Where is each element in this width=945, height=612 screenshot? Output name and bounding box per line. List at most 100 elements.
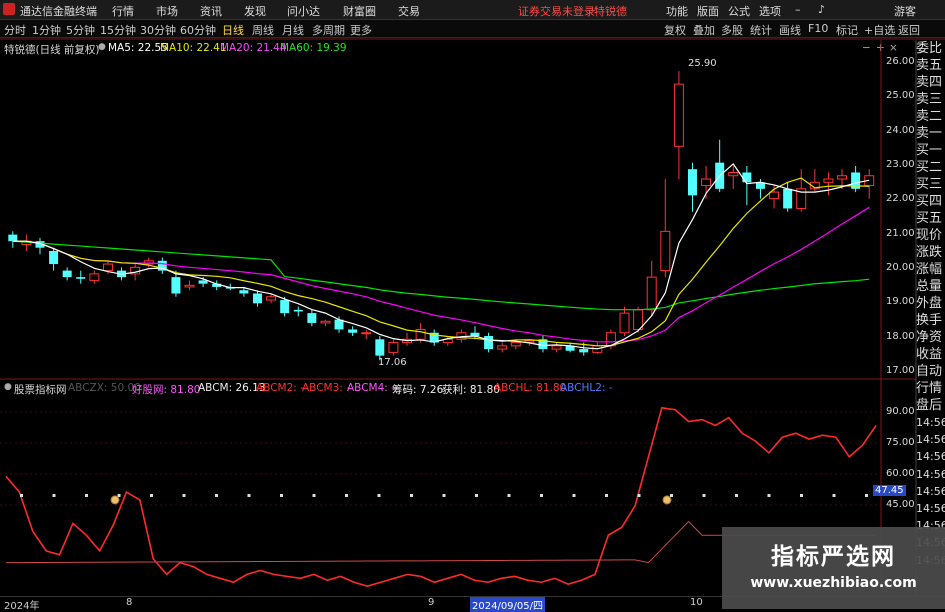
sidebar-item[interactable]: 14:56 [916, 483, 945, 500]
sidebar-item[interactable]: 盘后 [916, 397, 945, 414]
sidebar-item[interactable]: 卖五 [916, 57, 945, 74]
candle-down [307, 313, 317, 323]
level-dot [637, 494, 641, 497]
sidebar-item[interactable]: 买二 [916, 159, 945, 176]
level-dot [377, 494, 381, 497]
sidebar-item[interactable]: 卖一 [916, 125, 945, 142]
abcm3-label: ABCM3: - [302, 382, 350, 394]
candle-up [102, 263, 113, 272]
price-axis-label: 25.00 [886, 90, 915, 102]
candle-down [348, 329, 358, 333]
sidebar-item[interactable]: 14:56 [916, 431, 945, 448]
candle-down [375, 339, 385, 356]
candle-up [89, 273, 100, 281]
candle-up [728, 171, 739, 177]
level-dot [540, 494, 543, 497]
level-dot [832, 494, 836, 497]
candle-down [76, 277, 86, 279]
sub-axis-label: 90.00 [886, 406, 915, 417]
sidebar-item[interactable]: 买四 [916, 193, 945, 210]
sidebar-item[interactable]: 买三 [916, 176, 945, 193]
sidebar-item[interactable]: 卖三 [916, 91, 945, 108]
sidebar-item[interactable]: 买五 [916, 210, 945, 227]
sidebar-item[interactable]: 14:56 [916, 448, 945, 465]
sidebar-item[interactable]: 委比 [916, 40, 945, 57]
sub-axis-label: 60.00 [886, 468, 915, 479]
sidebar-item[interactable]: 14:56 [916, 414, 945, 431]
sidebar-item[interactable]: 14:56 [916, 500, 945, 517]
sidebar-item[interactable]: 买一 [916, 142, 945, 159]
candle-up [266, 296, 277, 301]
level-dot [670, 494, 673, 497]
price-axis-label: 23.00 [886, 159, 915, 170]
level-dot [735, 494, 738, 497]
price-axis-label: 22.00 [886, 193, 915, 205]
high-annotation: 25.90 [688, 58, 717, 69]
candlestick-chart[interactable] [0, 0, 945, 609]
level-dot [215, 494, 218, 497]
moving-average-lines [12, 163, 870, 350]
candle-down [783, 188, 793, 209]
candle-down [252, 293, 262, 304]
candle-up [361, 332, 372, 335]
price-axis-label: 19.00 [886, 296, 915, 308]
candle-down [171, 277, 181, 294]
level-dot [85, 494, 88, 497]
level-dot [52, 494, 56, 497]
candle-up [673, 83, 684, 147]
candle-up [551, 345, 562, 350]
watermark-url: www.xuezhibiao.com [750, 575, 917, 591]
level-dot [442, 494, 446, 497]
abczx-label: ABCZX: 50.00 [68, 382, 141, 394]
candle-up [619, 312, 630, 334]
sub-current-value: 47.45 [873, 485, 906, 496]
candle-up [510, 342, 521, 347]
candle-down [293, 309, 303, 312]
level-dot [280, 494, 283, 497]
sidebar-item[interactable]: 现价 [916, 227, 945, 244]
sidebar-item[interactable]: 收益 [916, 346, 945, 363]
sidebar-item[interactable]: 换手 [916, 312, 945, 329]
price-axis-label: 18.00 [886, 330, 915, 342]
sidebar-item[interactable]: 涨跌 [916, 244, 945, 261]
level-dot [410, 494, 413, 497]
chouma-label: 筹码: 7.26 [392, 384, 444, 396]
level-dot [312, 494, 316, 497]
candle-down [280, 300, 290, 314]
level-dot [767, 494, 771, 497]
abchl-label: ABCHL: 81.80 [494, 382, 567, 394]
level-dot [800, 494, 803, 497]
sub-chart-title: 股票指标网 [14, 384, 67, 396]
ma5-line [12, 163, 870, 350]
ma60-line [12, 240, 870, 311]
sidebar-item[interactable]: 总量 [916, 278, 945, 295]
x-label-year: 2024年 [4, 601, 40, 612]
level-dot [572, 494, 576, 497]
sub-settings-icon[interactable]: ● [4, 382, 12, 392]
sidebar-item[interactable]: 自动 [916, 363, 945, 380]
candle-down [198, 280, 208, 284]
candle-down [8, 234, 18, 242]
candle-down [579, 349, 589, 353]
ma20-line [12, 206, 870, 343]
sub-axis-label: 45.00 [886, 499, 915, 510]
price-axis-label: 20.00 [886, 262, 915, 273]
watermark-title: 指标严选网 [771, 544, 896, 570]
candle-up [660, 230, 671, 272]
x-label-sep: 9 [428, 597, 435, 608]
candle-up [769, 191, 780, 200]
sidebar-item[interactable]: 卖四 [916, 74, 945, 91]
sub-chart-header: ● 股票指标网 ABCZX: 50.00 好股网: 81.80 ABCM: 26… [0, 381, 945, 397]
x-label-oct: 10 [690, 597, 703, 608]
level-dot [475, 494, 478, 497]
chart-grid [0, 38, 945, 596]
sidebar-item[interactable]: 外盘 [916, 295, 945, 312]
sidebar-item[interactable]: 卖二 [916, 108, 945, 125]
level-dot [702, 494, 706, 497]
sidebar-item[interactable]: 14:56 [916, 466, 945, 483]
sidebar-item[interactable]: 净资 [916, 329, 945, 346]
price-axis-label: 26.00 [886, 56, 915, 67]
sidebar-item[interactable]: 涨幅 [916, 261, 945, 278]
sidebar-item[interactable]: 行情 [916, 380, 945, 397]
candle-down [49, 250, 59, 265]
